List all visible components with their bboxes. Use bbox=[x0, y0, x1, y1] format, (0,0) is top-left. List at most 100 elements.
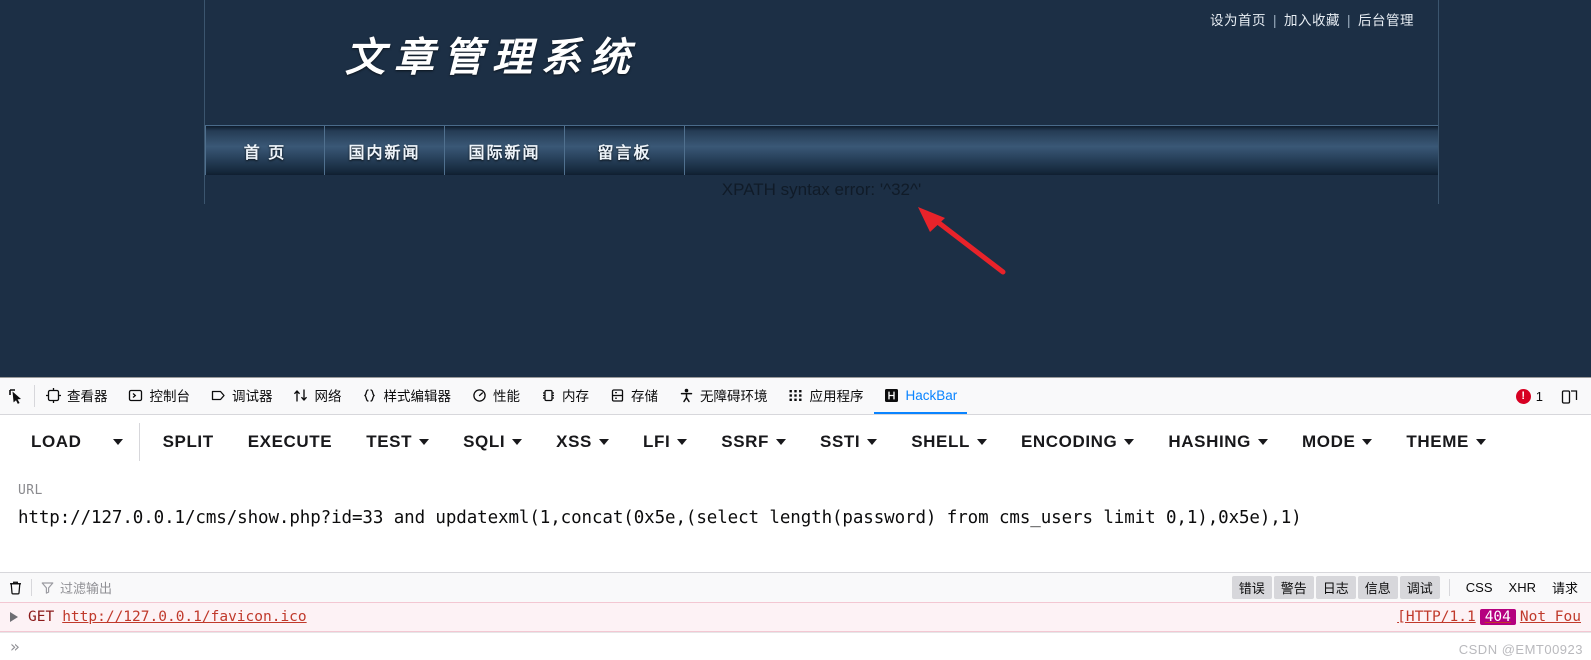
hackbar-theme-menu[interactable]: THEME bbox=[1389, 424, 1503, 460]
console-row-status-prefix: [HTTP/1.1 bbox=[1397, 609, 1476, 625]
style-editor-icon bbox=[362, 387, 378, 403]
hackbar-test-label: TEST bbox=[366, 432, 413, 451]
element-picker-icon[interactable] bbox=[0, 378, 34, 414]
hackbar-ssti-menu[interactable]: SSTI bbox=[803, 424, 894, 460]
tab-application-label: 应用程序 bbox=[809, 389, 864, 404]
top-link-set-homepage[interactable]: 设为首页 bbox=[1210, 13, 1266, 28]
console-icon bbox=[128, 387, 144, 403]
memory-icon bbox=[540, 387, 556, 403]
console-filter-warnings[interactable]: 警告 bbox=[1273, 576, 1314, 599]
console-filter-xhr[interactable]: XHR bbox=[1502, 578, 1543, 597]
error-count-badge[interactable]: ! 1 bbox=[1507, 388, 1552, 404]
site-logo-title: 文章管理系统 bbox=[345, 34, 639, 81]
tab-accessibility[interactable]: 无障碍环境 bbox=[668, 378, 778, 414]
top-link-admin[interactable]: 后台管理 bbox=[1358, 13, 1414, 28]
console-row[interactable]: GET http://127.0.0.1/favicon.ico [HTTP/1… bbox=[0, 602, 1591, 632]
chevron-down-icon bbox=[512, 439, 523, 445]
chevron-down-icon bbox=[776, 439, 787, 445]
nav-domestic-news[interactable]: 国内新闻 bbox=[325, 126, 445, 175]
hackbar-load-dropdown[interactable] bbox=[99, 431, 137, 453]
hackbar-sqli-label: SQLI bbox=[463, 432, 506, 451]
tab-console-label: 控制台 bbox=[149, 389, 191, 404]
tab-accessibility-label: 无障碍环境 bbox=[700, 389, 768, 404]
hackbar-hashing-menu[interactable]: HASHING bbox=[1151, 424, 1285, 460]
chevron-down-icon bbox=[599, 439, 609, 445]
nav-international-news[interactable]: 国际新闻 bbox=[445, 126, 565, 175]
tab-storage[interactable]: 存储 bbox=[599, 378, 668, 414]
hackbar-xss-menu[interactable]: XSS bbox=[539, 424, 626, 460]
nav-filler bbox=[685, 126, 1438, 175]
tab-debugger[interactable]: 调试器 bbox=[200, 378, 283, 414]
console-filter-debug[interactable]: 调试 bbox=[1399, 576, 1440, 599]
nav-guestbook[interactable]: 留言板 bbox=[565, 126, 685, 175]
console-filter-css[interactable]: CSS bbox=[1459, 578, 1500, 597]
top-link-separator-1: | bbox=[1272, 13, 1277, 28]
url-field-label: URL bbox=[18, 483, 43, 498]
error-exclamation-icon: ! bbox=[1515, 388, 1531, 404]
browser-page-viewport: 设为首页 | 加入收藏 | 后台管理 文章管理系统 首 页 国内新闻 国际新闻 留言板 … bbox=[0, 0, 1591, 377]
url-input[interactable]: http://127.0.0.1/cms/show.php?id=33 and … bbox=[18, 508, 1591, 528]
site-top-links: 设为首页 | 加入收藏 | 后台管理 bbox=[1210, 9, 1414, 29]
expand-triangle-icon[interactable] bbox=[10, 612, 18, 622]
tab-application[interactable]: 应用程序 bbox=[778, 378, 874, 414]
hackbar-shell-menu[interactable]: SHELL bbox=[894, 424, 1004, 460]
nav-home[interactable]: 首 页 bbox=[205, 126, 325, 175]
console-filter-logs[interactable]: 日志 bbox=[1315, 576, 1356, 599]
console-filter-requests[interactable]: 请求 bbox=[1545, 576, 1585, 599]
chevron-down-icon bbox=[112, 439, 123, 445]
status-badge: 404 bbox=[1479, 609, 1516, 625]
hackbar-execute-button[interactable]: EXECUTE bbox=[231, 424, 350, 460]
tab-inspector[interactable]: 查看器 bbox=[35, 378, 118, 414]
hackbar-load-button[interactable]: LOAD bbox=[14, 424, 99, 460]
chevron-down-icon bbox=[419, 439, 430, 445]
console-filter-input[interactable]: 过滤输出 bbox=[41, 578, 1232, 597]
hackbar-ssrf-menu[interactable]: SSRF bbox=[704, 424, 803, 460]
chevron-down-icon bbox=[1475, 439, 1486, 445]
tab-hackbar-label: HackBar bbox=[905, 387, 958, 403]
devtools-toolbar-right: ! 1 bbox=[1507, 378, 1591, 414]
trash-icon[interactable] bbox=[8, 580, 31, 595]
tab-style-editor[interactable]: 样式编辑器 bbox=[352, 378, 462, 414]
tab-performance[interactable]: 性能 bbox=[461, 378, 530, 414]
chevron-down-icon bbox=[1257, 439, 1268, 445]
funnel-icon bbox=[41, 581, 54, 594]
tab-console[interactable]: 控制台 bbox=[118, 378, 201, 414]
responsive-design-mode-icon[interactable] bbox=[1553, 388, 1587, 405]
site-container: 设为首页 | 加入收藏 | 后台管理 文章管理系统 首 页 国内新闻 国际新闻 留言板 … bbox=[204, 0, 1439, 204]
devtools-toolbar: 查看器 控制台 调试器 网络 样式编辑器 性能 内存 存储 无障碍环境 应用程序… bbox=[0, 378, 1591, 415]
hackbar-execute-label: EXECUTE bbox=[247, 432, 333, 451]
site-nav-bar: 首 页 国内新闻 国际新闻 留言板 bbox=[205, 125, 1438, 175]
devtools-panel: 查看器 控制台 调试器 网络 样式编辑器 性能 内存 存储 无障碍环境 应用程序… bbox=[0, 377, 1591, 660]
top-link-add-favorite[interactable]: 加入收藏 bbox=[1284, 13, 1340, 28]
hackbar-hashing-label: HASHING bbox=[1168, 432, 1251, 451]
network-icon bbox=[293, 387, 309, 403]
tab-network[interactable]: 网络 bbox=[283, 378, 352, 414]
hackbar-lfi-menu[interactable]: LFI bbox=[626, 424, 704, 460]
hackbar-mode-menu[interactable]: MODE bbox=[1285, 424, 1389, 460]
hackbar-sqli-menu[interactable]: SQLI bbox=[446, 424, 539, 460]
console-filter-errors[interactable]: 错误 bbox=[1231, 576, 1272, 599]
tab-memory-label: 内存 bbox=[562, 389, 589, 404]
hackbar-xss-label: XSS bbox=[556, 432, 592, 451]
console-filter-placeholder: 过滤输出 bbox=[60, 581, 113, 596]
console-row-url[interactable]: http://127.0.0.1/favicon.ico bbox=[62, 609, 306, 625]
tab-memory[interactable]: 内存 bbox=[530, 378, 599, 414]
storage-icon bbox=[609, 387, 625, 403]
hackbar-split-button[interactable]: SPLIT bbox=[146, 424, 231, 460]
console-divider bbox=[31, 579, 32, 596]
console-filter-info[interactable]: 信息 bbox=[1357, 576, 1398, 599]
watermark-label: CSDN @EMT00923 bbox=[1458, 642, 1583, 657]
tab-storage-label: 存储 bbox=[631, 389, 658, 404]
tab-debugger-label: 调试器 bbox=[232, 389, 273, 404]
hackbar-mode-label: MODE bbox=[1301, 432, 1356, 451]
hackbar-theme-label: THEME bbox=[1406, 432, 1469, 451]
hackbar-shell-label: SHELL bbox=[911, 432, 970, 451]
hackbar-icon bbox=[884, 387, 900, 403]
chevron-down-icon bbox=[1362, 439, 1373, 445]
tab-hackbar[interactable]: HackBar bbox=[873, 378, 968, 414]
hackbar-test-menu[interactable]: TEST bbox=[349, 424, 446, 460]
console-panel: 过滤输出 错误 警告 日志 信息 调试 CSS XHR 请求 GET http:… bbox=[0, 572, 1591, 660]
inspector-icon bbox=[45, 387, 61, 403]
console-input-prompt[interactable]: » CSDN @EMT00923 bbox=[0, 632, 1591, 660]
hackbar-encoding-menu[interactable]: ENCODING bbox=[1004, 424, 1151, 460]
